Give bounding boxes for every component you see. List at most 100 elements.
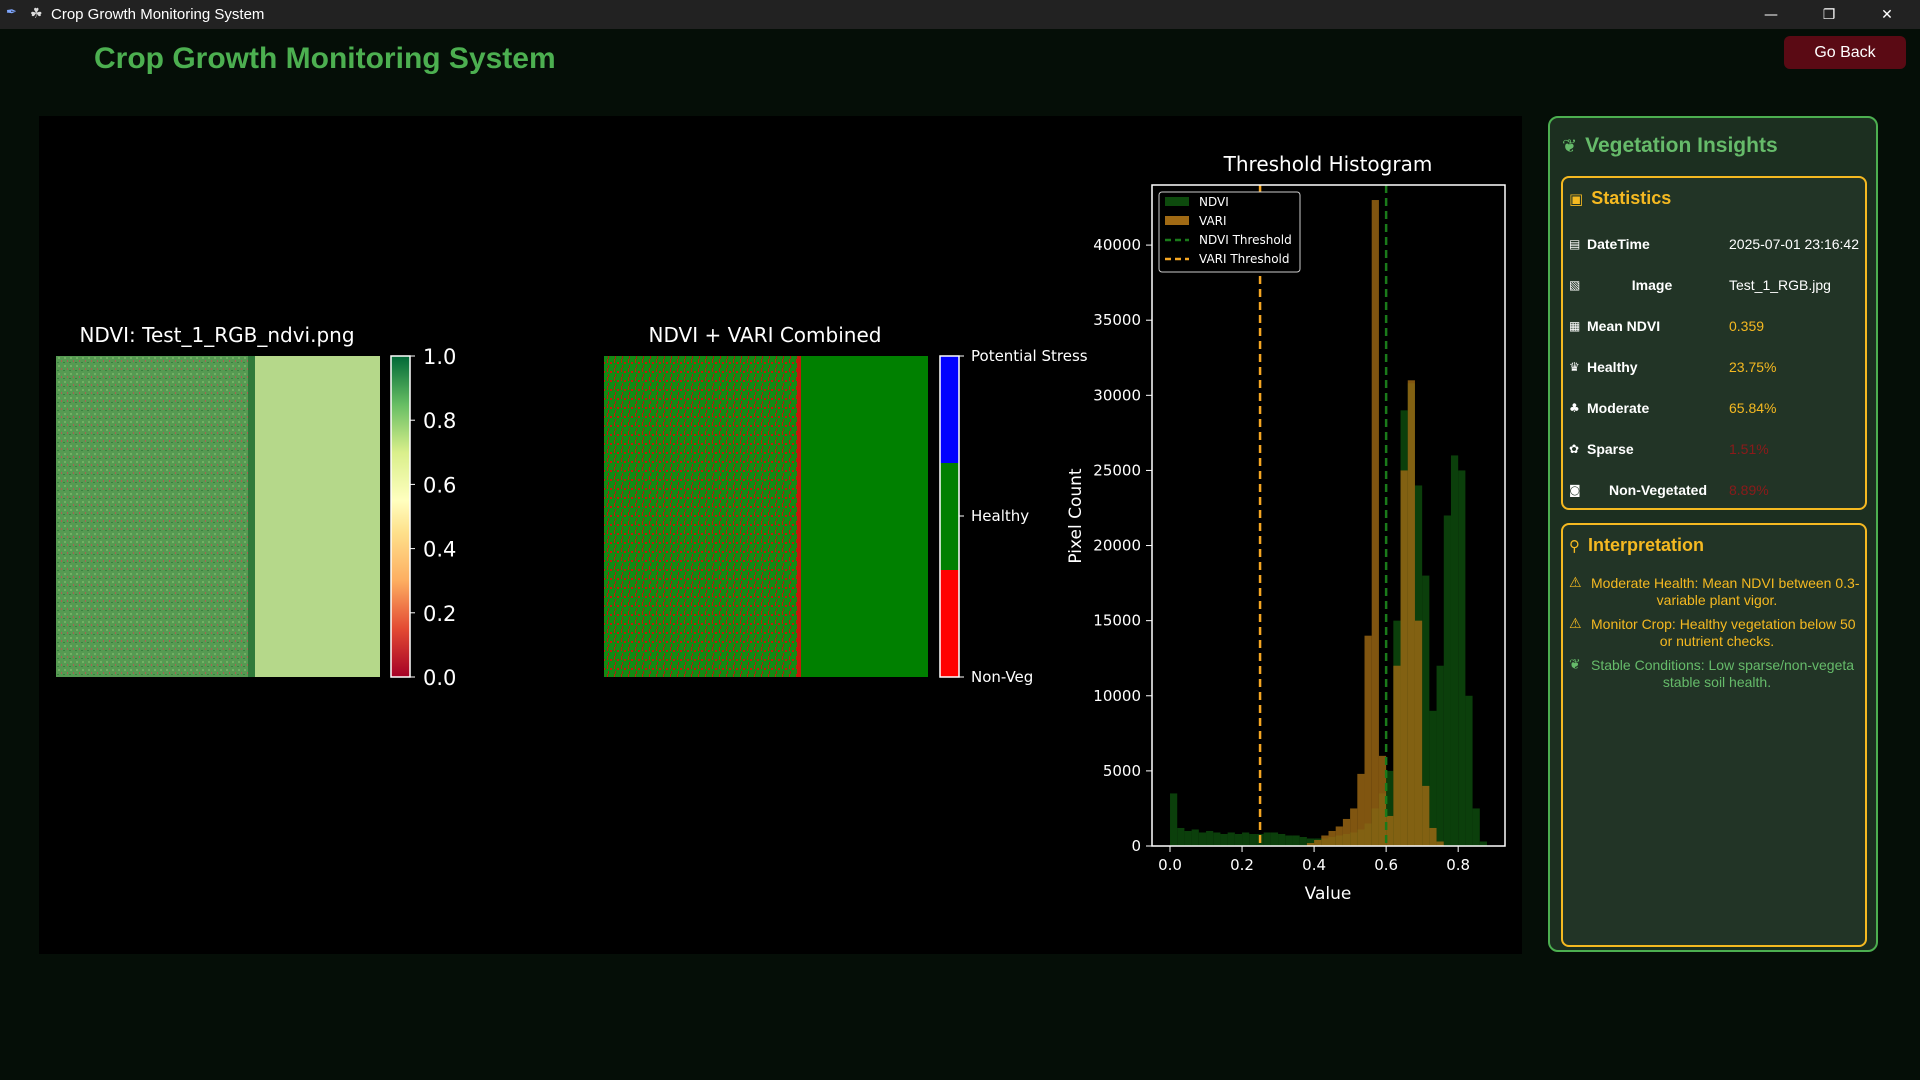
x-tick-label: 0.6	[1374, 856, 1398, 874]
ndvi-colorbar-tick-label: 0.8	[423, 409, 456, 433]
interpretation-card: ⚲ Interpretation ⚠ Moderate Health: Mean…	[1561, 523, 1867, 947]
histogram-bar-ndvi	[1184, 830, 1192, 846]
histogram-bar-ndvi	[1242, 832, 1250, 846]
plots-canvas: NDVI: Test_1_RGB_ndvi.png 0.00.20.40.60.…	[56, 152, 1506, 904]
class-color-healthy	[940, 463, 959, 570]
stat-row-datetime: ▤ DateTime 2025-07-01 23:16:42	[1569, 234, 1863, 258]
minimize-button[interactable]: —	[1748, 0, 1794, 29]
class-color-potential-stress	[940, 356, 959, 463]
histogram-bar-vari	[1371, 200, 1379, 847]
histogram-bar-vari	[1400, 470, 1408, 846]
app-icon: ☘	[30, 6, 43, 22]
combined-map-stressed-edge	[797, 356, 801, 677]
stat-value: 1.51%	[1729, 441, 1769, 457]
histogram-bar-vari	[1314, 839, 1322, 846]
stat-label: Mean NDVI	[1587, 318, 1661, 334]
combined-map-title: NDVI + VARI Combined	[649, 323, 882, 347]
legend-label-ndvi-threshold: NDVI Threshold	[1199, 233, 1292, 247]
y-tick-label: 35000	[1093, 311, 1141, 329]
histogram-bar-ndvi	[1465, 695, 1473, 846]
ndvi-colorbar-tick-label: 0.4	[423, 538, 456, 562]
histogram-bar-ndvi	[1170, 793, 1178, 846]
histogram-bar-vari	[1321, 835, 1329, 846]
y-tick-label: 30000	[1093, 386, 1141, 404]
insights-title: Vegetation Insights	[1585, 134, 1778, 157]
ndvi-colorbar-tick-label: 0.0	[423, 666, 456, 690]
ndvi-colorbar	[390, 355, 411, 678]
stat-label: DateTime	[1587, 236, 1650, 252]
ndvi-colorbar-tick-label: 0.6	[423, 473, 456, 497]
interpretation-text: Monitor Crop: Healthy vegetation below 5…	[1591, 616, 1856, 632]
y-tick-label: 5000	[1103, 762, 1141, 780]
histogram-title: Threshold Histogram	[1223, 152, 1433, 176]
ndvi-colorbar-ticks: 0.0 0.2 0.4 0.6 0.8 1.0	[410, 345, 456, 690]
stat-value: 65.84%	[1729, 400, 1777, 416]
chart-icon: ▦	[1569, 319, 1581, 333]
histogram-bars	[1170, 200, 1487, 847]
ndvi-map-shade	[56, 356, 266, 677]
close-button[interactable]: ✕	[1864, 0, 1910, 29]
plot-area: NDVI: Test_1_RGB_ndvi.png 0.0 0.2 0.4 0.6 0.…	[39, 116, 1522, 954]
stat-label: Non-Vegetated	[1608, 482, 1707, 498]
stat-row-sparse: ✿ Sparse 1.51%	[1569, 439, 1863, 463]
combined-map-stressed-zone	[604, 356, 804, 677]
histogram-bar-ndvi	[1278, 833, 1286, 846]
page-title: Crop Growth Monitoring System	[94, 42, 556, 75]
histogram-bar-vari	[1342, 818, 1351, 846]
histogram-bar-vari	[1414, 620, 1423, 846]
stat-value: 2025-07-01 23:16:42	[1729, 236, 1859, 252]
class-label-non-veg: Non-Veg	[971, 668, 1033, 686]
y-tick-label: 15000	[1093, 612, 1141, 630]
y-tick-label: 0	[1131, 837, 1141, 855]
histogram-bar-ndvi	[1429, 710, 1437, 846]
trophy-icon: ♛	[1569, 360, 1580, 374]
histogram-bar-ndvi	[1292, 835, 1300, 846]
window-title: Crop Growth Monitoring System	[51, 6, 265, 23]
statistics-header: ▣ Statistics	[1569, 188, 1671, 209]
histogram-bar-ndvi	[1220, 833, 1228, 846]
x-tick-label: 0.8	[1446, 856, 1470, 874]
y-tick-label: 10000	[1093, 687, 1141, 705]
histogram-bar-ndvi	[1249, 833, 1257, 846]
histogram-bar-vari	[1407, 380, 1415, 846]
histogram-bar-ndvi	[1234, 833, 1243, 846]
calendar-icon: ▤	[1569, 237, 1581, 251]
histogram-bar-ndvi	[1436, 665, 1444, 846]
statistics-card: ▣ Statistics ▤ DateTime 2025-07-01 23:16…	[1561, 176, 1867, 510]
go-back-button[interactable]: Go Back	[1784, 36, 1906, 69]
stat-row-healthy: ♛ Healthy 23.75%	[1569, 357, 1863, 381]
stat-label: Image	[1631, 277, 1673, 293]
histogram-bar-ndvi	[1472, 808, 1480, 846]
class-color-non-veg	[940, 570, 959, 677]
interpretation-text: Moderate Health: Mean NDVI between 0.3-	[1591, 575, 1860, 591]
insights-header: ❦ Vegetation Insights	[1562, 134, 1778, 158]
x-tick-label: 0.0	[1158, 856, 1182, 874]
y-tick-label: 40000	[1093, 236, 1141, 254]
vegetation-insights-panel: ❦ Vegetation Insights ▣ Statistics ▤ Dat…	[1548, 116, 1878, 952]
restore-button[interactable]: ❐	[1806, 0, 1852, 29]
histogram-bar-ndvi	[1443, 515, 1451, 846]
stat-label: Moderate	[1587, 400, 1650, 416]
stat-row-image: ▧ Image Test_1_RGB.jpg	[1569, 275, 1863, 299]
statistics-title: Statistics	[1591, 188, 1672, 208]
histogram-legend: NDVI VARI NDVI Threshold VARI Threshold	[1158, 191, 1301, 273]
ndvi-map-title: NDVI: Test_1_RGB_ndvi.png	[79, 323, 354, 347]
stat-label: Healthy	[1587, 359, 1638, 375]
interpretation-text-cont: or nutrient checks.	[1659, 633, 1775, 649]
histogram-bar-ndvi	[1177, 827, 1185, 846]
class-label-potential-stress: Potential Stress	[971, 347, 1088, 365]
interpretation-header: ⚲ Interpretation	[1569, 535, 1704, 556]
image-icon: ▧	[1569, 278, 1581, 292]
legend-swatch-ndvi	[1165, 197, 1189, 206]
histogram-bar-vari	[1350, 808, 1358, 846]
y-tick-label: 20000	[1093, 537, 1141, 555]
stat-row-moderate: ♣ Moderate 65.84%	[1569, 398, 1863, 422]
ndvi-colorbar-tick-label: 1.0	[423, 345, 456, 369]
y-tick-label: 25000	[1093, 461, 1141, 479]
soil-icon: ◙	[1569, 483, 1581, 497]
histogram-bar-vari	[1393, 665, 1401, 846]
ndvi-map-row-divider	[248, 356, 255, 677]
combined-map-healthy-zone	[801, 356, 928, 677]
stat-value: 23.75%	[1729, 359, 1777, 375]
histogram-bar-ndvi	[1263, 832, 1271, 846]
